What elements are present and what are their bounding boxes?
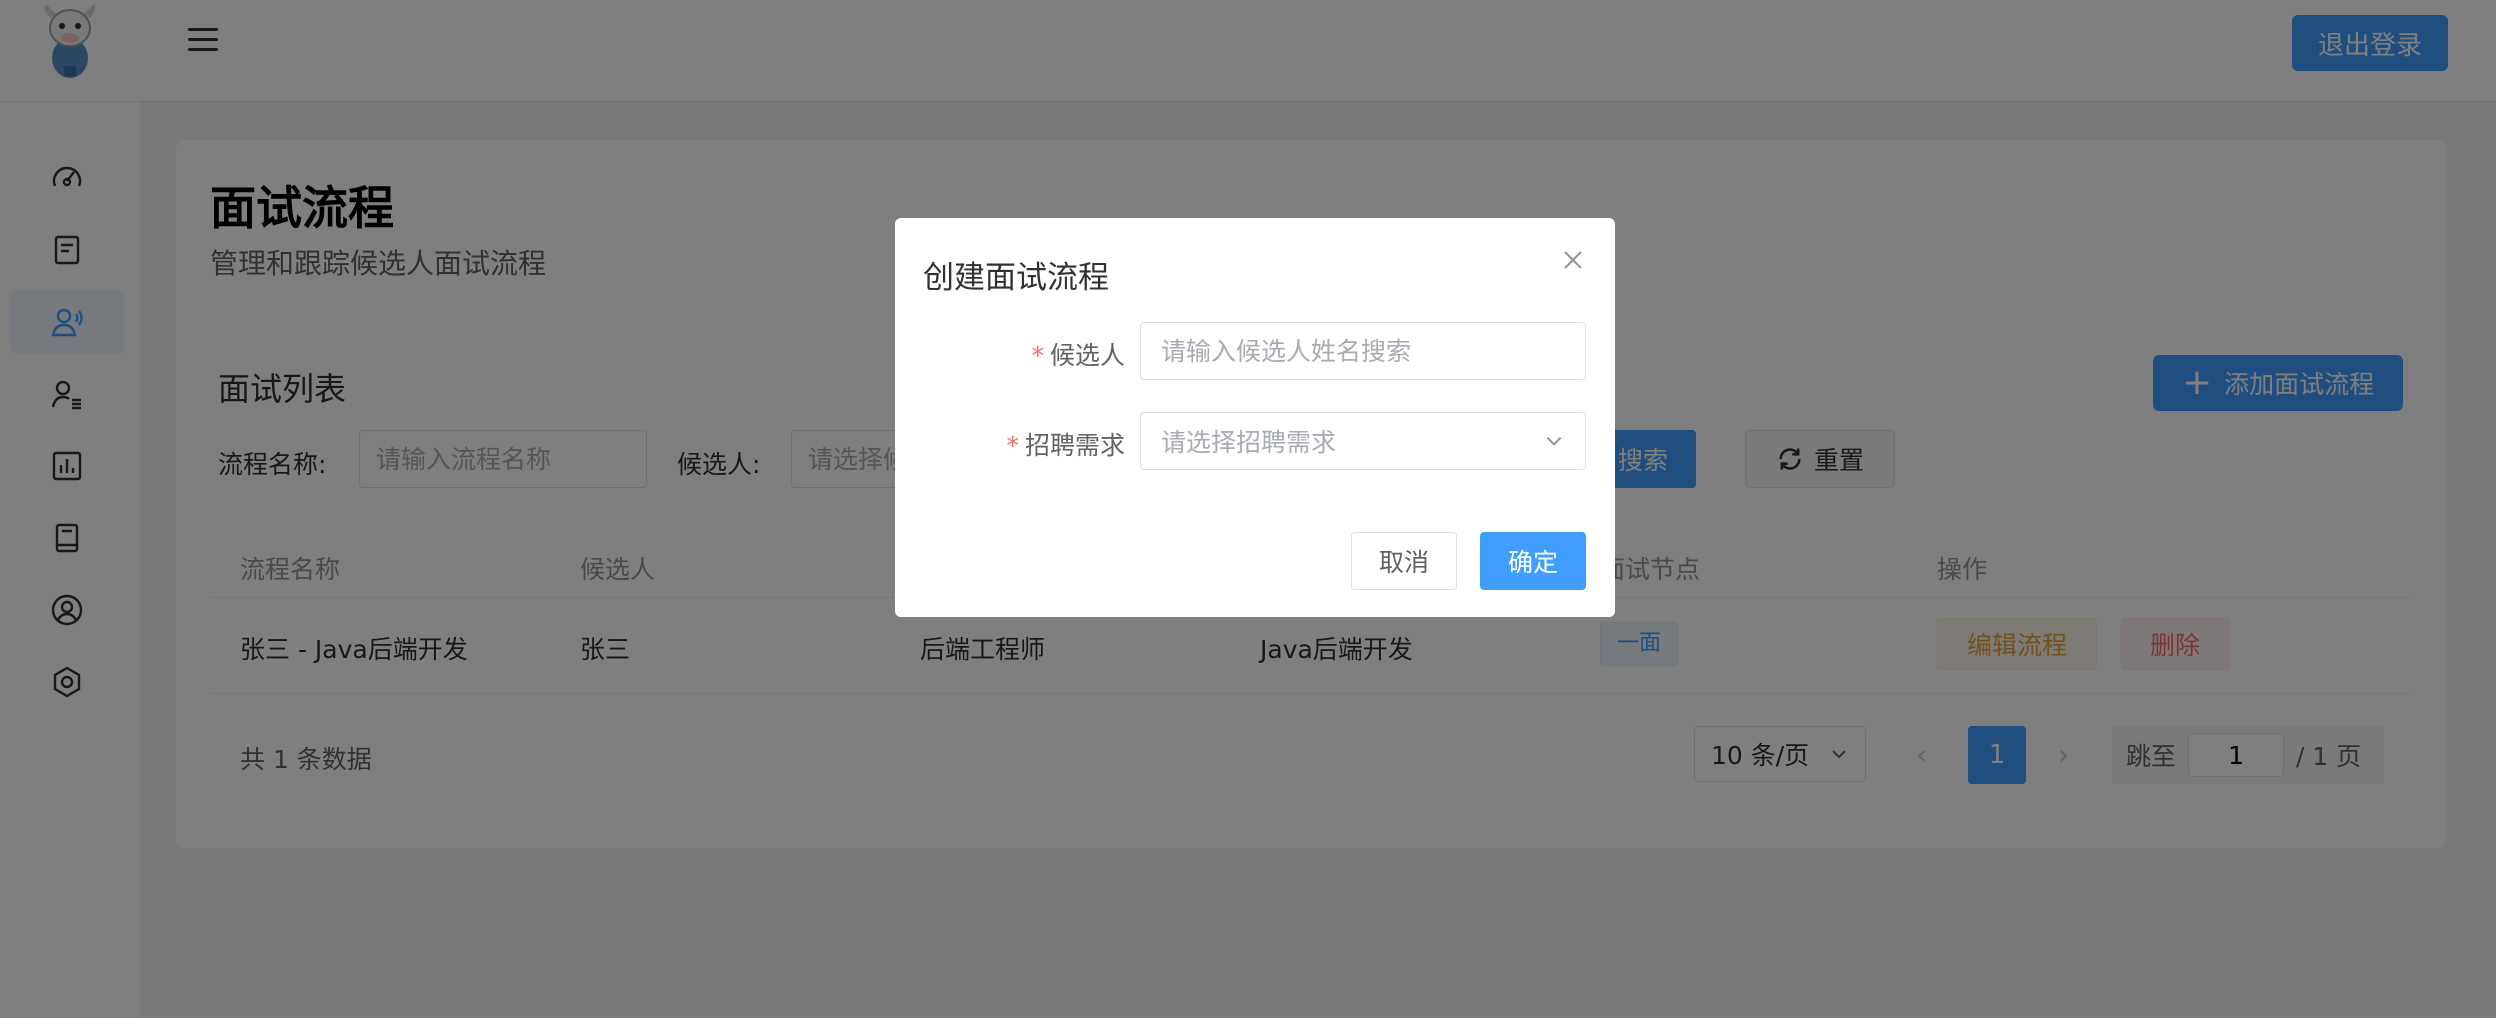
required-mark: * (1031, 341, 1044, 370)
required-mark: * (1006, 431, 1019, 460)
requirement-form-label: * 招聘需求 (895, 426, 1125, 462)
create-interview-dialog: 创建面试流程 *候选人 *招聘需求 请选择招聘需求 取消 确定 (895, 218, 1615, 617)
candidate-label-text: 候选人 (1049, 341, 1125, 370)
chevron-down-icon (1546, 436, 1562, 446)
requirement-placeholder: 请选择招聘需求 (1161, 428, 1337, 457)
requirement-select[interactable]: 请选择招聘需求 (1140, 412, 1586, 470)
close-icon[interactable] (1557, 244, 1589, 276)
candidate-form-label: * 候选人 (895, 336, 1125, 372)
requirement-label-text: 招聘需求 (1024, 431, 1125, 460)
candidate-search-input[interactable] (1140, 322, 1586, 380)
dialog-title: 创建面试流程 (923, 260, 1109, 296)
cancel-button[interactable]: 取消 (1351, 532, 1457, 590)
confirm-button[interactable]: 确定 (1480, 532, 1586, 590)
